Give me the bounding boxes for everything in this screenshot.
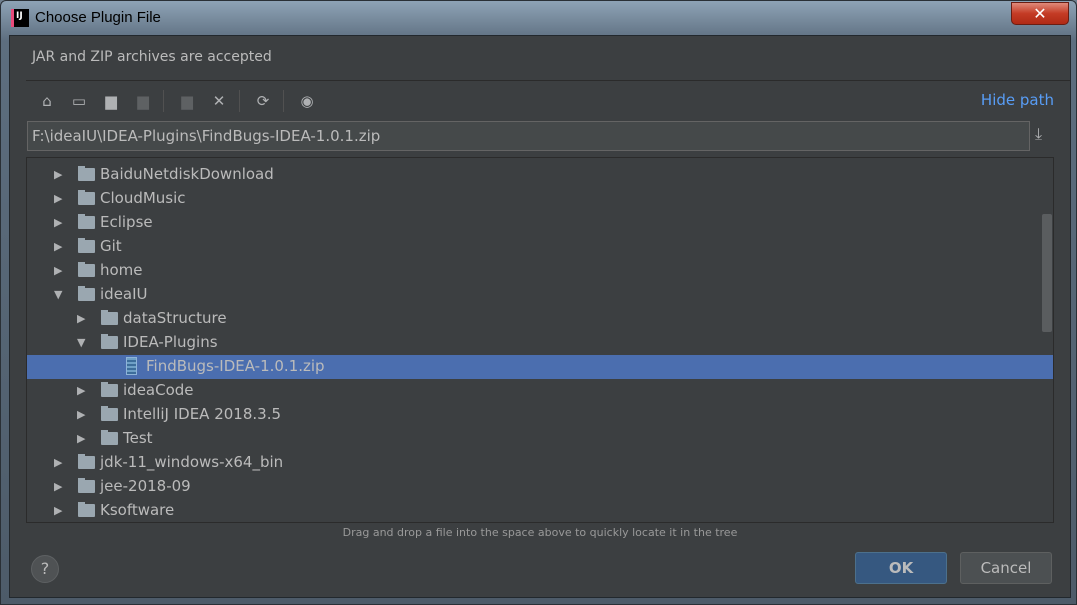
download-icon[interactable]: ⤓ — [1035, 124, 1042, 144]
tree-item[interactable]: ▶ CloudMusic — [27, 187, 1053, 211]
tree-item-label: dataStructure — [123, 309, 227, 327]
folder-icon — [78, 454, 95, 469]
project-folder-icon[interactable]: ▆ — [100, 90, 122, 112]
cancel-button[interactable]: Cancel — [960, 552, 1052, 584]
tree-item[interactable]: ▶ Eclipse — [27, 211, 1053, 235]
tree-item-label: FindBugs-IDEA-1.0.1.zip — [146, 357, 325, 375]
expand-arrow-icon[interactable]: ▶ — [54, 264, 62, 277]
folder-icon — [78, 262, 95, 277]
tree-item-label: Git — [100, 237, 122, 255]
tree-item-label: BaiduNetdiskDownload — [100, 165, 274, 183]
toolbar-separator — [283, 90, 284, 112]
collapse-arrow-icon[interactable]: ▼ — [54, 288, 62, 301]
folder-icon — [101, 406, 118, 421]
folder-icon — [78, 166, 95, 181]
tree-item[interactable]: ▶ IntelliJ IDEA 2018.3.5 — [27, 403, 1053, 427]
delete-icon[interactable]: ✕ — [208, 90, 230, 112]
module-folder-icon[interactable]: ▆ — [132, 90, 154, 112]
home-icon[interactable]: ⌂ — [36, 90, 58, 112]
tree-item[interactable]: ▶ jee-2018-09 — [27, 475, 1053, 499]
tree-item-label: CloudMusic — [100, 189, 186, 207]
tree-item-label: Test — [123, 429, 153, 447]
tree-item-label: jee-2018-09 — [100, 477, 191, 495]
expand-arrow-icon[interactable]: ▶ — [77, 408, 85, 421]
toolbar-separator — [239, 90, 240, 112]
tree-item[interactable]: ▼ IDEA-Plugins — [27, 331, 1053, 355]
expand-arrow-icon[interactable]: ▶ — [54, 216, 62, 229]
ok-button[interactable]: OK — [855, 552, 947, 584]
tree-item[interactable]: ▶ BaiduNetdiskDownload — [27, 163, 1053, 187]
tree-item-label: jdk-11_windows-x64_bin — [100, 453, 284, 471]
refresh-icon[interactable]: ⟳ — [252, 90, 274, 112]
tree-item-label: Eclipse — [100, 213, 153, 231]
expand-arrow-icon[interactable]: ▶ — [54, 480, 62, 493]
dialog-content: JAR and ZIP archives are accepted ⌂ ▭ ▆ … — [9, 35, 1071, 598]
folder-icon — [78, 478, 95, 493]
tree-item-label: IntelliJ IDEA 2018.3.5 — [123, 405, 282, 423]
tree-item[interactable]: ▶ ideaCode — [27, 379, 1053, 403]
tree-item[interactable]: FindBugs-IDEA-1.0.1.zip — [27, 355, 1053, 379]
expand-arrow-icon[interactable]: ▶ — [54, 192, 62, 205]
tree-item-label: Ksoftware — [100, 501, 175, 519]
tree-item-label: ideaIU — [100, 285, 148, 303]
expand-arrow-icon[interactable]: ▶ — [77, 432, 85, 445]
folder-icon — [101, 430, 118, 445]
expand-arrow-icon[interactable]: ▶ — [77, 312, 85, 325]
divider — [26, 80, 1070, 81]
folder-icon — [101, 310, 118, 325]
folder-icon — [101, 334, 118, 349]
collapse-arrow-icon[interactable]: ▼ — [77, 336, 85, 349]
close-button[interactable]: ✕ — [1011, 2, 1069, 25]
help-button[interactable]: ? — [31, 555, 59, 583]
scrollbar[interactable] — [1042, 214, 1052, 332]
show-hidden-icon[interactable]: ◉ — [296, 90, 318, 112]
folder-icon — [78, 286, 95, 301]
folder-icon — [78, 238, 95, 253]
folder-icon — [78, 190, 95, 205]
tree-item[interactable]: ▶ Git — [27, 235, 1053, 259]
dialog-description: JAR and ZIP archives are accepted — [32, 49, 272, 65]
path-input[interactable]: F:\ideaIU\IDEA-Plugins\FindBugs-IDEA-1.0… — [27, 121, 1030, 151]
intellij-app-icon: IJ — [11, 9, 29, 27]
tree-item[interactable]: ▶ Ksoftware — [27, 499, 1053, 522]
expand-arrow-icon[interactable]: ▶ — [54, 456, 62, 469]
folder-icon — [101, 382, 118, 397]
expand-arrow-icon[interactable]: ▶ — [54, 168, 62, 181]
tree-item-label: home — [100, 261, 143, 279]
folder-icon — [78, 214, 95, 229]
toolbar-separator — [163, 90, 164, 112]
expand-arrow-icon[interactable]: ▶ — [54, 240, 62, 253]
tree-item[interactable]: ▶ jdk-11_windows-x64_bin — [27, 451, 1053, 475]
drag-drop-hint: Drag and drop a file into the space abov… — [342, 526, 738, 539]
tree-item-label: ideaCode — [123, 381, 194, 399]
window-title: Choose Plugin File — [35, 9, 161, 26]
file-tree[interactable]: ▶ Ksoftware ▶ jee-2018-09 ▶ jdk-11_windows-x6… — [26, 157, 1054, 523]
tree-item[interactable]: ▶ dataStructure — [27, 307, 1053, 331]
zip-file-icon — [126, 357, 137, 375]
tree-item[interactable]: ▼ ideaIU — [27, 283, 1053, 307]
expand-arrow-icon[interactable]: ▶ — [77, 384, 85, 397]
folder-icon — [78, 502, 95, 517]
tree-item[interactable]: ▶ Test — [27, 427, 1053, 451]
new-folder-icon[interactable]: ▆ — [176, 90, 198, 112]
desktop-icon[interactable]: ▭ — [68, 90, 90, 112]
tree-item[interactable]: ▶ home — [27, 259, 1053, 283]
hide-path-link[interactable]: Hide path — [981, 91, 1054, 109]
tree-item-label: IDEA-Plugins — [123, 333, 218, 351]
expand-arrow-icon[interactable]: ▶ — [54, 504, 62, 517]
window-frame: IJ Choose Plugin File ✕ JAR and ZIP arch… — [0, 0, 1077, 605]
